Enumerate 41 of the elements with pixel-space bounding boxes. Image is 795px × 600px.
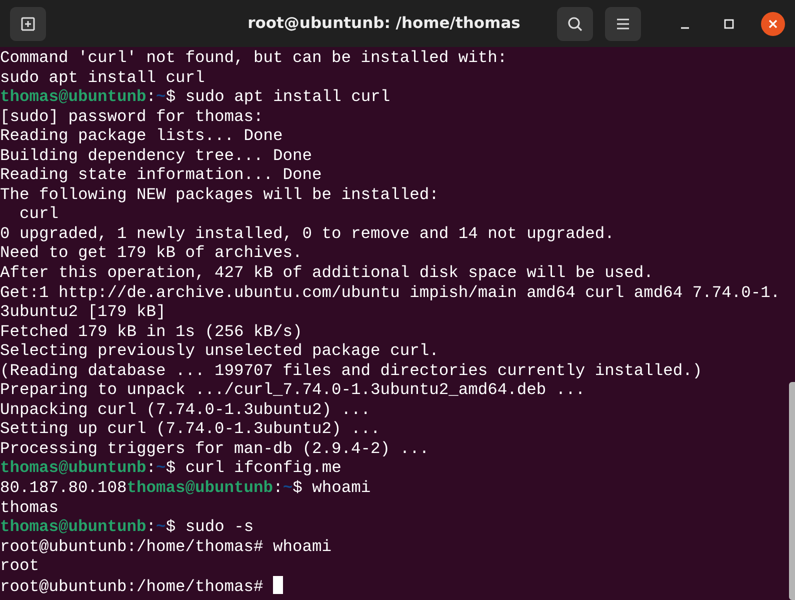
terminal-line: Processing triggers for man-db (2.9.4-2) ...	[0, 438, 430, 458]
terminal-line: thomas	[0, 498, 59, 518]
terminal-line: curl	[18, 204, 59, 224]
close-button[interactable]	[761, 12, 785, 36]
terminal-line: Unpacking curl (7.74.0-1.3ubuntu2) ...	[0, 400, 371, 420]
terminal-line: After this operation, 427 kB of additional disk space will be used.	[0, 263, 654, 283]
new-tab-button[interactable]	[10, 6, 46, 40]
text-cursor	[273, 576, 284, 594]
close-icon	[768, 18, 778, 28]
terminal-line: (Reading database ... 199707 files and directories currently installed.)	[0, 360, 702, 380]
terminal-line: thomas@ubuntunb:~$ sudo apt install curl	[0, 87, 390, 107]
terminal-line: Need to get 179 kB of archives.	[0, 243, 302, 264]
terminal-line: Setting up curl (7.74.0-1.3ubuntu2) ...	[0, 419, 380, 439]
terminal-line: Selecting previously unselected package curl.	[0, 341, 439, 361]
terminal-line: thomas@ubuntunb:~$ curl ifconfig.me	[0, 458, 342, 478]
terminal-line: The following NEW packages will be installed:	[0, 184, 439, 204]
terminal-line: 0 upgraded, 1 newly installed, 0 to remove and 14 not upgraded.	[0, 224, 614, 244]
new-tab-icon	[20, 16, 36, 32]
terminal-line: root@ubuntunb:/home/thomas#	[0, 576, 284, 596]
terminal-line: Command 'curl' not found, but can be installed with:	[0, 48, 508, 68]
menu-button[interactable]	[605, 6, 641, 40]
terminal-line: Reading package lists... Done	[0, 126, 283, 146]
search-icon	[567, 16, 583, 32]
terminal-line: [sudo] password for thomas:	[0, 106, 264, 126]
terminal-line: Fetched 179 kB in 1s (256 kB/s)	[0, 322, 302, 342]
minimize-icon	[681, 26, 689, 28]
terminal-line: thomas@ubuntunb:~$ sudo -s	[0, 517, 254, 537]
menu-icon	[616, 18, 630, 30]
terminal-line: sudo apt install curl	[0, 68, 205, 88]
window-title: root@ubuntunb: /home/thomas	[248, 12, 520, 34]
terminal-line: Building dependency tree... Done	[0, 146, 312, 166]
scrollbar-thumb[interactable]	[789, 382, 795, 600]
terminal-line: Get:1 http://de.archive.ubuntu.com/ubuntu impish/main amd64 curl amd64 7.74.0-1.	[0, 282, 780, 302]
terminal-line: root	[0, 556, 40, 576]
search-button[interactable]	[557, 6, 593, 40]
maximize-icon	[724, 18, 734, 28]
terminal-line: 80.187.80.108thomas@ubuntunb:~$ whoami	[0, 478, 371, 498]
terminal-line: Reading state information... Done	[0, 165, 322, 185]
terminal-line: root@ubuntunb:/home/thomas# whoami	[0, 536, 332, 556]
terminal-line: 3ubuntu2 [179 kB]	[0, 302, 166, 322]
terminal-line: Preparing to unpack .../curl_7.74.0-1.3ubuntu2_amd64.deb ...	[0, 380, 586, 400]
